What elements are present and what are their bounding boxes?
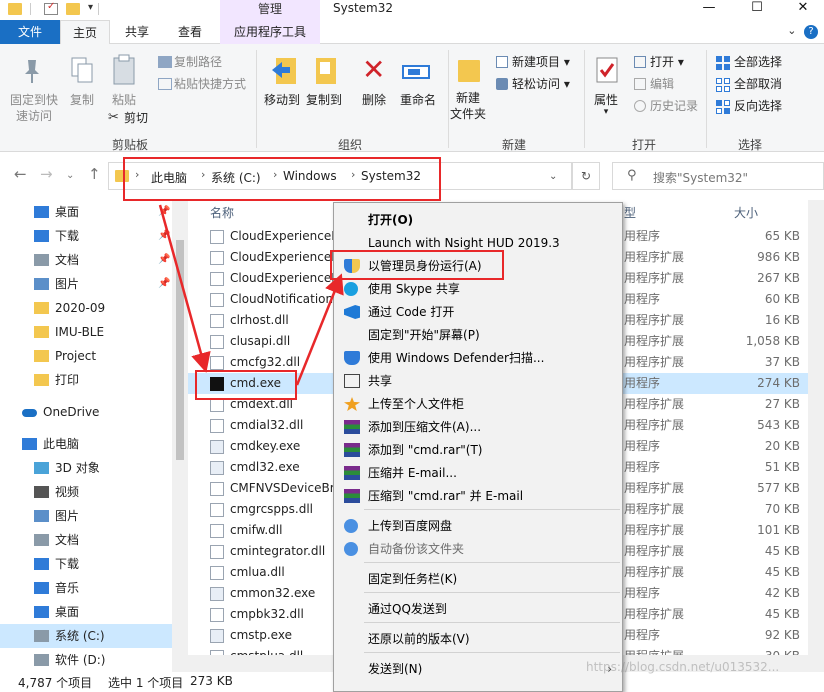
annotation-arrows [158, 204, 344, 386]
watermark-text: https://blog.csdn.net/u013532... [586, 660, 780, 674]
